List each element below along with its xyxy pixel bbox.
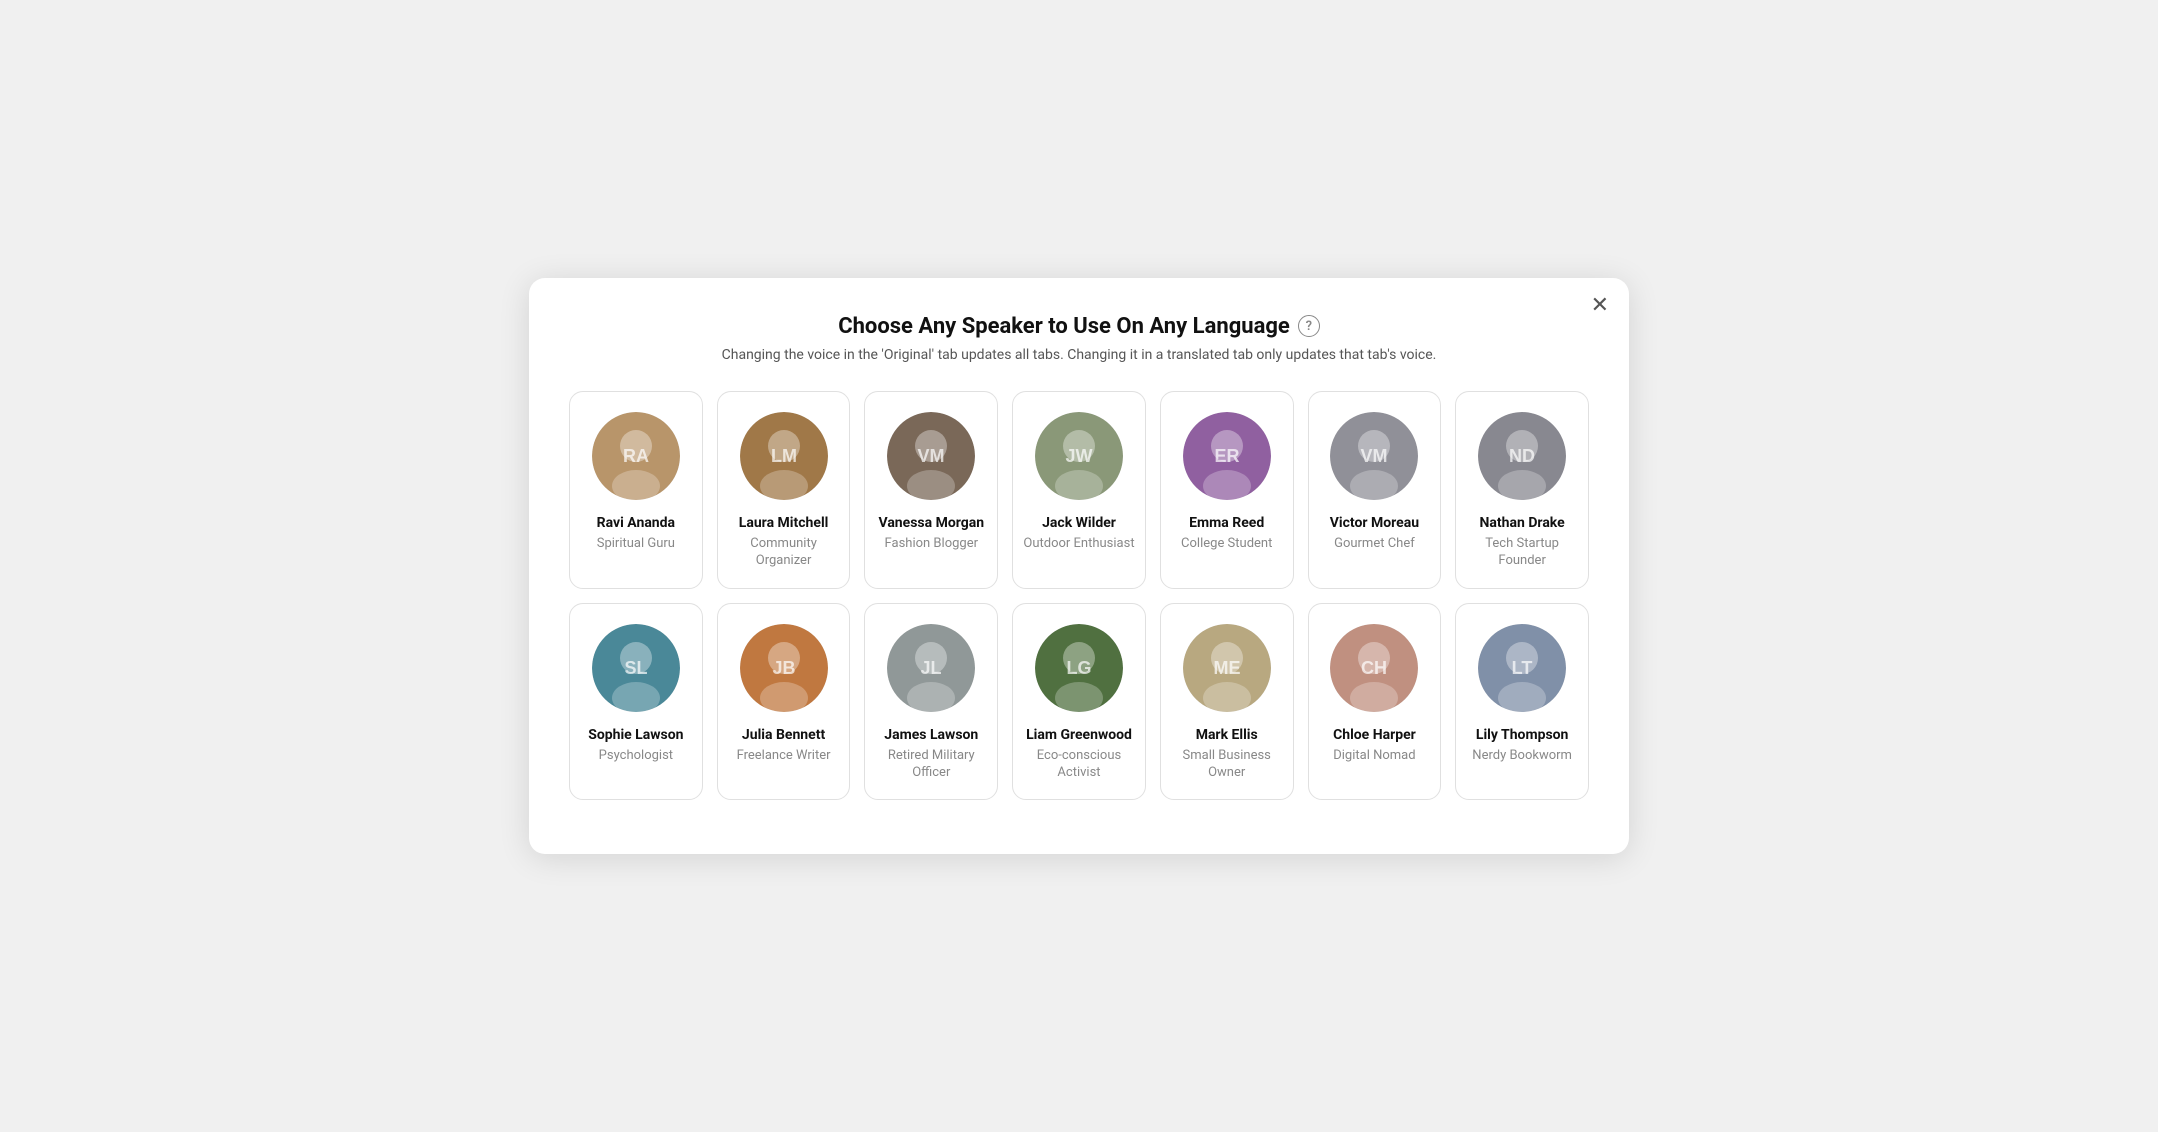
speaker-role: Tech Startup Founder [1466,536,1578,570]
avatar: LM [740,412,828,500]
speaker-role: Fashion Blogger [885,536,978,553]
svg-text:RA: RA [623,446,649,466]
speaker-name: Victor Moreau [1330,514,1419,532]
speaker-name: Vanessa Morgan [878,514,984,532]
svg-text:CH: CH [1361,658,1387,678]
avatar: SL [592,624,680,712]
svg-text:JL: JL [921,658,942,678]
speakers-grid-row2: SL Sophie Lawson Psychologist JB Julia Be… [569,603,1589,801]
speaker-name: Jack Wilder [1042,514,1116,532]
speaker-role: Nerdy Bookworm [1472,748,1572,765]
speaker-card[interactable]: RA Ravi Ananda Spiritual Guru [569,391,703,589]
speaker-name: Ravi Ananda [597,514,675,532]
svg-text:JW: JW [1065,446,1092,466]
svg-text:ME: ME [1213,658,1240,678]
svg-text:LM: LM [771,446,797,466]
speaker-card[interactable]: JL James Lawson Retired Military Officer [864,603,998,801]
avatar: RA [592,412,680,500]
avatar: LT [1478,624,1566,712]
svg-text:JB: JB [772,658,795,678]
speaker-name: Laura Mitchell [739,514,829,532]
speaker-card[interactable]: LG Liam Greenwood Eco-conscious Activist [1012,603,1146,801]
svg-text:ND: ND [1509,446,1535,466]
speaker-role: College Student [1181,536,1272,553]
avatar: JL [887,624,975,712]
speaker-card[interactable]: LT Lily Thompson Nerdy Bookworm [1455,603,1589,801]
speaker-card[interactable]: VM Victor Moreau Gourmet Chef [1308,391,1442,589]
speaker-card[interactable]: JW Jack Wilder Outdoor Enthusiast [1012,391,1146,589]
speaker-card[interactable]: ND Nathan Drake Tech Startup Founder [1455,391,1589,589]
speaker-name: Chloe Harper [1333,726,1416,744]
svg-text:VM: VM [1361,446,1388,466]
speaker-role: Gourmet Chef [1334,536,1415,553]
avatar: ND [1478,412,1566,500]
avatar: VM [887,412,975,500]
speaker-role: Outdoor Enthusiast [1023,536,1134,553]
speaker-name: Mark Ellis [1196,726,1258,744]
svg-text:LG: LG [1066,658,1091,678]
help-icon[interactable]: ? [1298,315,1320,337]
speaker-card[interactable]: SL Sophie Lawson Psychologist [569,603,703,801]
modal-subtitle: Changing the voice in the 'Original' tab… [569,347,1589,363]
speaker-role: Community Organizer [728,536,840,570]
svg-text:SL: SL [624,658,647,678]
avatar: ME [1183,624,1271,712]
speaker-role: Spiritual Guru [597,536,675,553]
speaker-name: Emma Reed [1189,514,1264,532]
close-button[interactable]: ✕ [1591,294,1609,316]
speaker-card[interactable]: LM Laura Mitchell Community Organizer [717,391,851,589]
avatar: LG [1035,624,1123,712]
speaker-role: Freelance Writer [737,748,831,765]
svg-text:ER: ER [1214,446,1239,466]
svg-text:VM: VM [918,446,945,466]
speaker-name: Julia Bennett [742,726,825,744]
speaker-role: Retired Military Officer [875,748,987,782]
speaker-name: Nathan Drake [1480,514,1565,532]
speaker-card[interactable]: JB Julia Bennett Freelance Writer [717,603,851,801]
speaker-role: Eco-conscious Activist [1023,748,1135,782]
avatar: CH [1330,624,1418,712]
avatar: VM [1330,412,1418,500]
speaker-name: Sophie Lawson [588,726,683,744]
speaker-role: Psychologist [599,748,673,765]
speaker-name: Lily Thompson [1476,726,1569,744]
avatar: ER [1183,412,1271,500]
speaker-name: Liam Greenwood [1026,726,1132,744]
speaker-role: Digital Nomad [1333,748,1415,765]
avatar: JW [1035,412,1123,500]
speaker-role: Small Business Owner [1171,748,1283,782]
speaker-card[interactable]: ME Mark Ellis Small Business Owner [1160,603,1294,801]
speaker-card[interactable]: ER Emma Reed College Student [1160,391,1294,589]
speaker-selection-modal: ✕ Choose Any Speaker to Use On Any Langu… [529,278,1629,855]
modal-title: Choose Any Speaker to Use On Any Languag… [569,314,1589,339]
speaker-card[interactable]: CH Chloe Harper Digital Nomad [1308,603,1442,801]
speakers-grid-row1: RA Ravi Ananda Spiritual Guru LM Laura Mi… [569,391,1589,589]
svg-text:LT: LT [1512,658,1533,678]
avatar: JB [740,624,828,712]
speaker-name: James Lawson [884,726,978,744]
speaker-card[interactable]: VM Vanessa Morgan Fashion Blogger [864,391,998,589]
